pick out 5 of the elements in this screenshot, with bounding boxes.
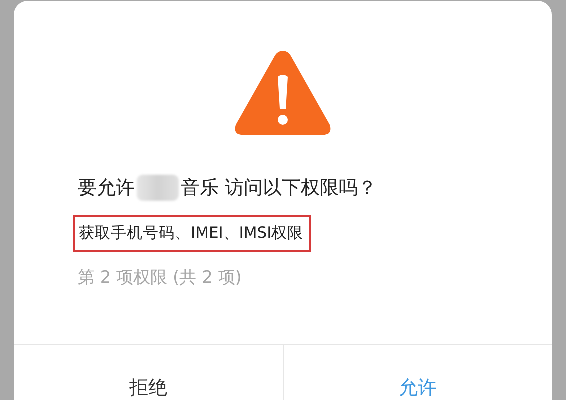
permission-text: 获取手机号码、IMEI、IMSI权限 (73, 215, 311, 252)
question-text: 要允许 (78, 176, 135, 201)
blur-mark (137, 175, 179, 201)
progress-text: 第 2 项权限 (共 2 项) (78, 267, 243, 289)
question-text: 音乐 访问以下权限吗？ (181, 176, 378, 201)
